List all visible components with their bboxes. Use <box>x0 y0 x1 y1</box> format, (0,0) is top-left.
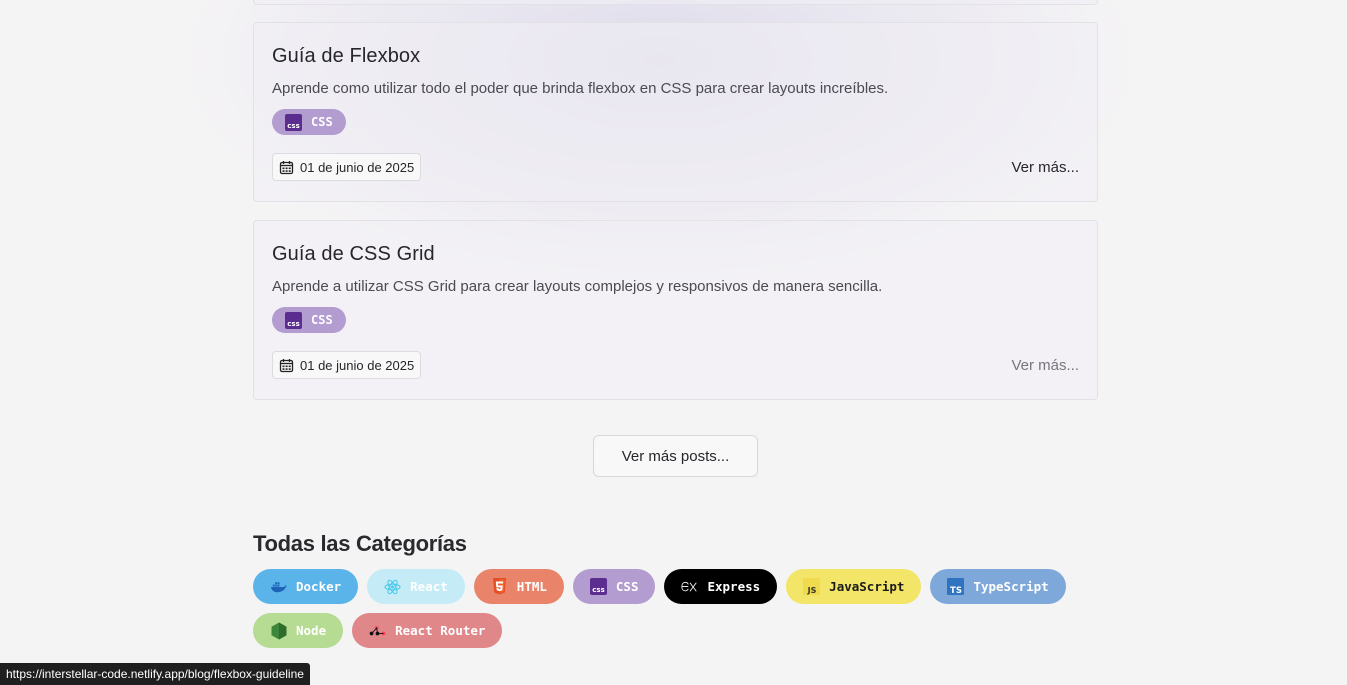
svg-text:css: css <box>287 122 299 130</box>
node-icon <box>270 622 287 639</box>
category-label: HTML <box>516 579 547 594</box>
more-posts-button[interactable]: Ver más posts... <box>593 435 758 477</box>
tag-css[interactable]: css CSS <box>272 307 346 333</box>
category-node[interactable]: Node <box>253 613 344 648</box>
category-label: JavaScript <box>829 579 905 594</box>
post-description: Aprende como utilizar todo el poder que … <box>272 80 889 97</box>
categories-heading: Todas las Categorías <box>253 531 467 556</box>
css-icon: css <box>285 113 302 131</box>
post-date: 01 de junio de 2025 <box>272 351 422 379</box>
post-date-text: 01 de junio de 2025 <box>300 159 415 175</box>
post-description: Aprende a utilizar CSS Grid para crear l… <box>272 278 883 295</box>
category-html[interactable]: HTML <box>473 569 564 604</box>
calendar-icon <box>279 358 294 372</box>
post-card: Guía de Flexbox Aprende como utilizar to… <box>253 22 1098 202</box>
category-react-router[interactable]: React Router <box>352 613 503 648</box>
categories-row: Docker React HTML css CSS Express JS Jav… <box>253 569 1066 604</box>
docker-icon <box>270 578 287 595</box>
category-docker[interactable]: Docker <box>253 569 359 604</box>
category-react[interactable]: React <box>367 569 465 604</box>
post-date-text: 01 de junio de 2025 <box>300 357 415 373</box>
category-label: CSS <box>615 579 639 594</box>
category-label: TypeScript <box>973 579 1049 594</box>
svg-text:JS: JS <box>807 586 817 595</box>
tag-css[interactable]: css CSS <box>272 109 346 135</box>
category-label: Node <box>296 623 327 638</box>
css-icon: css <box>589 578 607 595</box>
express-icon <box>681 578 698 595</box>
post-title[interactable]: Guía de CSS Grid <box>272 241 1079 267</box>
post-date: 01 de junio de 2025 <box>272 153 422 181</box>
svg-text:TS: TS <box>950 586 962 595</box>
tag-label: CSS <box>311 313 333 327</box>
svg-text:css: css <box>287 320 299 328</box>
category-label: Docker <box>296 579 342 594</box>
css-icon: css <box>285 311 302 329</box>
see-more-link[interactable]: Ver más... <box>1011 357 1079 374</box>
javascript-icon: JS <box>803 578 821 595</box>
category-label: React Router <box>395 623 486 638</box>
category-typescript[interactable]: TS TypeScript <box>930 569 1066 604</box>
link-status-bar: https://interstellar-code.netlify.app/bl… <box>0 663 310 685</box>
post-title[interactable]: Guía de Flexbox <box>272 43 1079 69</box>
categories-row: Node React Router <box>253 613 503 648</box>
html5-icon <box>491 578 508 595</box>
category-label: React <box>410 579 448 594</box>
calendar-icon <box>279 160 294 174</box>
previous-post-card-edge <box>253 0 1098 5</box>
react-router-icon <box>369 622 386 639</box>
category-express[interactable]: Express <box>664 569 778 604</box>
see-more-link[interactable]: Ver más... <box>1011 159 1079 176</box>
typescript-icon: TS <box>947 578 965 595</box>
svg-text:css: css <box>592 586 604 594</box>
tag-label: CSS <box>311 115 333 129</box>
post-card: Guía de CSS Grid Aprende a utilizar CSS … <box>253 220 1098 400</box>
category-css[interactable]: css CSS <box>572 569 656 604</box>
react-icon <box>384 578 401 595</box>
category-label: Express <box>707 579 761 594</box>
category-javascript[interactable]: JS JavaScript <box>786 569 922 604</box>
